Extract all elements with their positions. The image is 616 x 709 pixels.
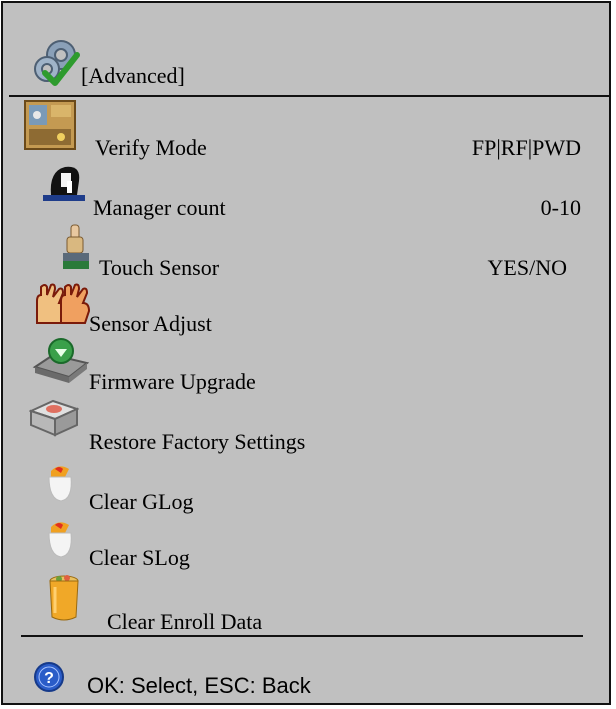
menu-item-clear-slog[interactable]: Clear SLog: [3, 515, 609, 571]
eraser-icon: [45, 519, 75, 559]
menu-item-clear-enroll-data[interactable]: Clear Enroll Data: [3, 573, 609, 634]
manager-icon: [39, 161, 89, 205]
settings-check-icon: [31, 37, 83, 89]
menu-item-sensor-adjust[interactable]: Sensor Adjust: [3, 283, 609, 339]
menu-item-value: 0-10: [540, 195, 581, 220]
trash-icon: [47, 573, 81, 623]
menu-item-label: Manager count: [93, 195, 226, 220]
footer-hint: ? OK: Select, ESC: Back: [3, 641, 609, 701]
advanced-menu-window: [Advanced] Verify Mode FP|RF|PWD Manager…: [1, 1, 611, 705]
menu-item-label: Verify Mode: [95, 135, 207, 160]
footer-divider: [21, 635, 583, 637]
menu-item-label: Clear SLog: [89, 545, 190, 570]
help-icon: ?: [33, 661, 65, 693]
touch-sensor-icon: [61, 223, 91, 273]
menu-item-verify-mode[interactable]: Verify Mode FP|RF|PWD: [3, 99, 609, 160]
menu-item-value: FP|RF|PWD: [471, 135, 581, 160]
menu-header: [Advanced]: [25, 37, 605, 97]
hand-icon: [31, 283, 91, 325]
menu-item-label: Restore Factory Settings: [89, 429, 306, 454]
footer-text: OK: Select, ESC: Back: [87, 673, 311, 698]
svg-text:?: ?: [44, 670, 54, 687]
menu-item-label: Firmware Upgrade: [89, 369, 256, 394]
menu-item-firmware-upgrade[interactable]: Firmware Upgrade: [3, 337, 609, 394]
menu-item-touch-sensor[interactable]: Touch Sensor YES/NO: [3, 223, 609, 280]
menu-item-value: YES/NO: [487, 255, 567, 280]
menu-item-clear-glog[interactable]: Clear GLog: [3, 459, 609, 515]
eraser-icon: [45, 463, 75, 503]
menu-item-label: Touch Sensor: [99, 255, 220, 280]
menu-item-label: Clear GLog: [89, 489, 194, 514]
firmware-icon: [31, 337, 89, 385]
page-title: [Advanced]: [81, 63, 185, 88]
menu-item-restore-factory-settings[interactable]: Restore Factory Settings: [3, 395, 609, 454]
menu-item-label: Clear Enroll Data: [107, 609, 263, 634]
restore-icon: [29, 395, 79, 441]
header-divider: [9, 95, 609, 97]
menu-item-manager-count[interactable]: Manager count 0-10: [3, 161, 609, 220]
menu-item-label: Sensor Adjust: [89, 311, 212, 336]
verify-mode-icon: [23, 99, 77, 151]
